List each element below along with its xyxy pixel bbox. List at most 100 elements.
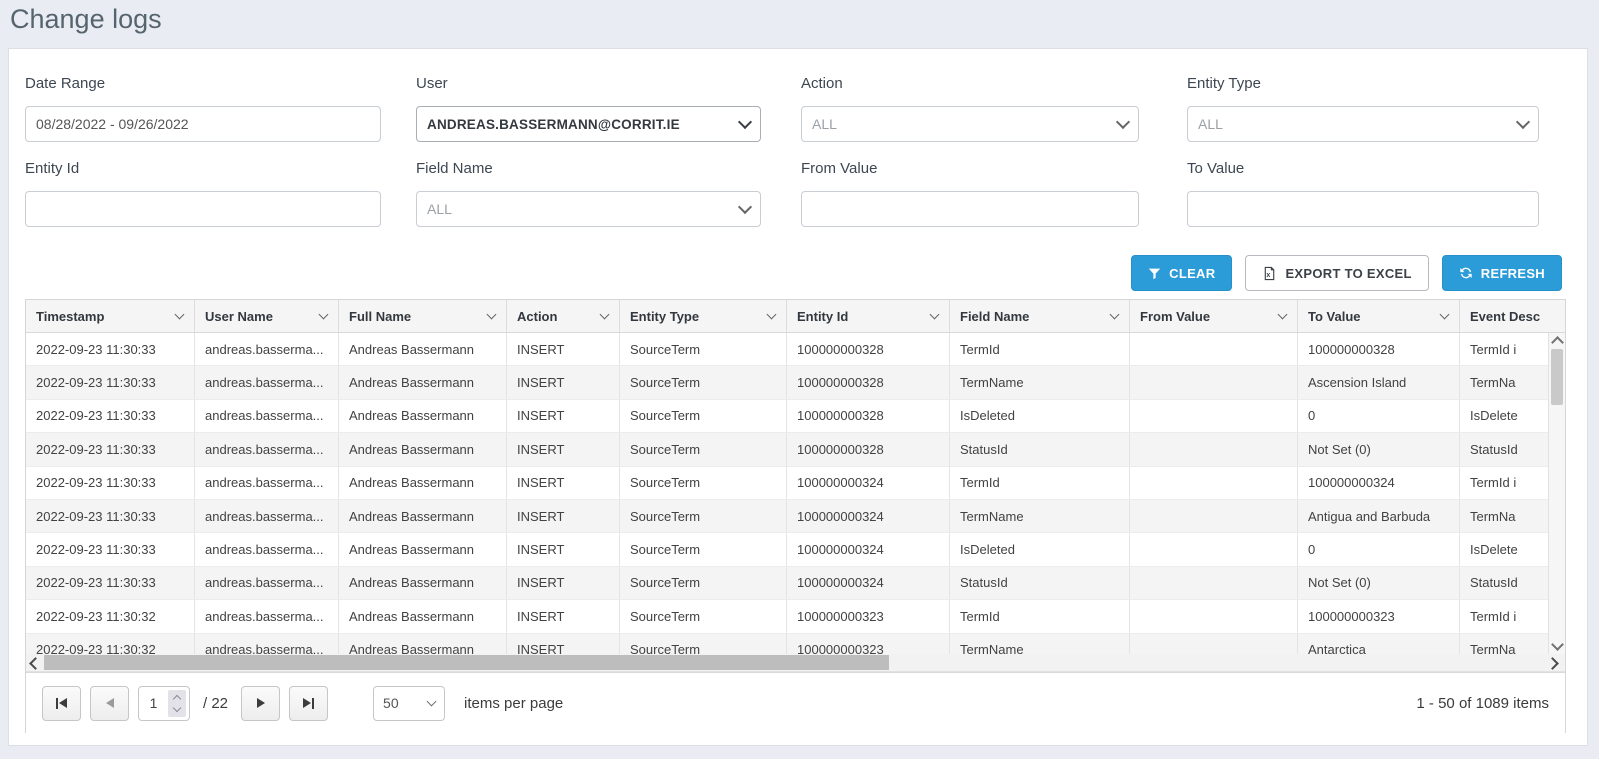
- table-cell: SourceTerm: [620, 333, 787, 365]
- field-name-label: Field Name: [416, 160, 761, 180]
- table-cell: Not Set (0): [1298, 567, 1460, 599]
- clear-button[interactable]: CLEAR: [1131, 255, 1232, 291]
- date-range-label: Date Range: [25, 75, 381, 95]
- filter-from-value: From Value: [801, 160, 1139, 227]
- table-cell: 0: [1298, 400, 1460, 432]
- chevron-down-icon[interactable]: [767, 310, 777, 320]
- column-header-full-name[interactable]: Full Name: [339, 300, 507, 332]
- column-header-label: Field Name: [960, 309, 1029, 324]
- table-cell: Andreas Bassermann: [339, 600, 507, 632]
- table-row[interactable]: 2022-09-23 11:30:33andreas.basserma...An…: [26, 467, 1550, 500]
- table-row[interactable]: 2022-09-23 11:30:33andreas.basserma...An…: [26, 366, 1550, 399]
- field-name-select[interactable]: ALL: [416, 191, 761, 227]
- from-value-input[interactable]: [801, 191, 1139, 227]
- column-header-field-name[interactable]: Field Name: [950, 300, 1130, 332]
- table-cell: Andreas Bassermann: [339, 500, 507, 532]
- column-header-user-name[interactable]: User Name: [195, 300, 339, 332]
- column-header-timestamp[interactable]: Timestamp: [26, 300, 195, 332]
- items-per-page-label: items per page: [464, 695, 563, 712]
- previous-page-button[interactable]: [90, 686, 129, 721]
- table-cell: TermId: [950, 333, 1130, 365]
- filter-icon: [1148, 267, 1161, 280]
- change-logs-grid: TimestampUser NameFull NameActionEntity …: [25, 299, 1566, 733]
- grid-header-row: TimestampUser NameFull NameActionEntity …: [26, 300, 1565, 333]
- scroll-down-icon[interactable]: [1551, 638, 1564, 651]
- table-cell: INSERT: [507, 500, 620, 532]
- chevron-down-icon[interactable]: [175, 310, 185, 320]
- table-row[interactable]: 2022-09-23 11:30:32andreas.basserma...An…: [26, 634, 1550, 654]
- table-cell: StatusId: [1460, 567, 1550, 599]
- filter-user: User ANDREAS.BASSERMANN@CORRIT.IE: [416, 75, 761, 142]
- table-cell: StatusId: [950, 567, 1130, 599]
- table-cell: 100000000324: [1298, 467, 1460, 499]
- table-cell: 2022-09-23 11:30:33: [26, 333, 195, 365]
- table-cell: andreas.basserma...: [195, 366, 339, 398]
- refresh-button[interactable]: REFRESH: [1442, 255, 1562, 291]
- column-header-entity-type[interactable]: Entity Type: [620, 300, 787, 332]
- table-row[interactable]: 2022-09-23 11:30:33andreas.basserma...An…: [26, 533, 1550, 566]
- filters-panel: Date Range User ANDREAS.BASSERMANN@CORRI…: [8, 48, 1588, 746]
- table-row[interactable]: 2022-09-23 11:30:32andreas.basserma...An…: [26, 600, 1550, 633]
- page-number-input[interactable]: 1: [138, 686, 190, 721]
- table-cell: TermName: [950, 634, 1130, 654]
- page-number-spinner[interactable]: [168, 690, 186, 717]
- next-page-button[interactable]: [241, 686, 280, 721]
- chevron-down-icon[interactable]: [487, 310, 497, 320]
- column-header-entity-id[interactable]: Entity Id: [787, 300, 950, 332]
- table-cell: TermName: [950, 500, 1130, 532]
- table-row[interactable]: 2022-09-23 11:30:33andreas.basserma...An…: [26, 500, 1550, 533]
- table-row[interactable]: 2022-09-23 11:30:33andreas.basserma...An…: [26, 433, 1550, 466]
- table-cell: TermId i: [1460, 467, 1550, 499]
- user-select-value: ANDREAS.BASSERMANN@CORRIT.IE: [427, 117, 680, 132]
- table-cell: andreas.basserma...: [195, 567, 339, 599]
- table-row[interactable]: 2022-09-23 11:30:33andreas.basserma...An…: [26, 567, 1550, 600]
- first-page-button[interactable]: [42, 686, 81, 721]
- spinner-down-icon: [173, 703, 181, 711]
- chevron-down-icon[interactable]: [319, 310, 329, 320]
- table-cell: INSERT: [507, 433, 620, 465]
- table-row[interactable]: 2022-09-23 11:30:33andreas.basserma...An…: [26, 333, 1550, 366]
- table-cell: Andreas Bassermann: [339, 433, 507, 465]
- chevron-down-icon[interactable]: [1110, 310, 1120, 320]
- refresh-button-label: REFRESH: [1481, 266, 1545, 281]
- table-cell: TermId: [950, 600, 1130, 632]
- vertical-scrollbar-thumb[interactable]: [1551, 349, 1563, 405]
- page-title: Change logs: [10, 4, 162, 35]
- vertical-scrollbar[interactable]: [1548, 333, 1565, 654]
- column-header-to-value[interactable]: To Value: [1298, 300, 1460, 332]
- last-page-button[interactable]: [289, 686, 328, 721]
- export-to-excel-button[interactable]: x EXPORT TO EXCEL: [1245, 255, 1428, 291]
- entity-id-input[interactable]: [25, 191, 381, 227]
- table-cell: [1130, 400, 1298, 432]
- table-cell: TermName: [950, 366, 1130, 398]
- table-cell: TermNa: [1460, 634, 1550, 654]
- column-header-from-value[interactable]: From Value: [1130, 300, 1298, 332]
- column-header-action[interactable]: Action: [507, 300, 620, 332]
- chevron-down-icon: [1516, 115, 1530, 129]
- date-range-input[interactable]: [25, 106, 381, 142]
- scroll-left-icon[interactable]: [29, 657, 42, 670]
- column-header-label: Event Desc: [1470, 309, 1540, 324]
- table-cell: andreas.basserma...: [195, 400, 339, 432]
- page-size-select[interactable]: 50: [373, 686, 445, 721]
- horizontal-scrollbar[interactable]: [26, 654, 1565, 672]
- scroll-right-icon[interactable]: [1546, 657, 1559, 670]
- entity-type-select[interactable]: ALL: [1187, 106, 1539, 142]
- to-value-input[interactable]: [1187, 191, 1539, 227]
- table-cell: [1130, 433, 1298, 465]
- user-select[interactable]: ANDREAS.BASSERMANN@CORRIT.IE: [416, 106, 761, 142]
- chevron-down-icon[interactable]: [930, 310, 940, 320]
- action-select[interactable]: ALL: [801, 106, 1139, 142]
- column-header-event-desc[interactable]: Event Desc: [1460, 300, 1565, 332]
- column-header-label: From Value: [1140, 309, 1210, 324]
- scroll-up-icon[interactable]: [1551, 336, 1564, 349]
- table-row[interactable]: 2022-09-23 11:30:33andreas.basserma...An…: [26, 400, 1550, 433]
- table-cell: andreas.basserma...: [195, 634, 339, 654]
- chevron-down-icon[interactable]: [1278, 310, 1288, 320]
- table-cell: 2022-09-23 11:30:33: [26, 467, 195, 499]
- table-cell: TermId i: [1460, 333, 1550, 365]
- horizontal-scrollbar-thumb[interactable]: [44, 655, 889, 670]
- chevron-down-icon[interactable]: [1440, 310, 1450, 320]
- table-cell: 100000000328: [787, 400, 950, 432]
- chevron-down-icon[interactable]: [600, 310, 610, 320]
